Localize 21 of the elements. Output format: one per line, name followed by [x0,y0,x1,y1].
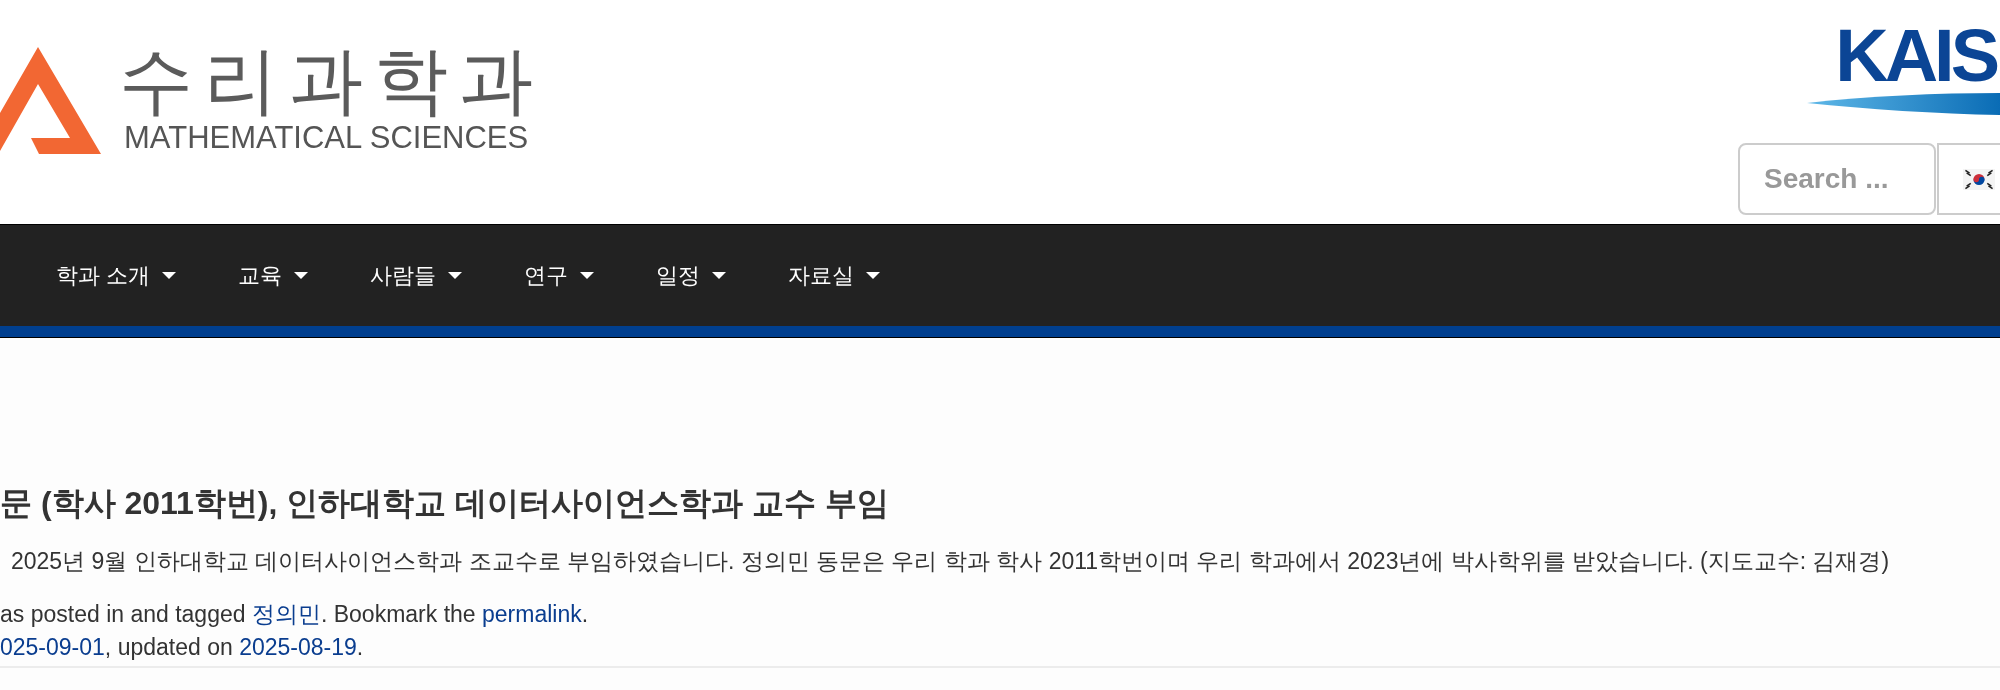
search-field[interactable]: Search ... [1738,143,1936,215]
date-link[interactable]: 2025-08-19 [239,634,357,660]
nav-menu-item[interactable]: 학과 소개 [25,245,208,306]
logo-subtitle[interactable]: MATHEMATICAL SCIENCES [124,122,529,153]
permalink-link[interactable]: permalink [482,601,582,627]
nav-menu-item[interactable]: 교육 [207,245,340,306]
logo-icon[interactable] [0,47,102,155]
nav-menu-item[interactable]: 사람들 [339,245,494,306]
date-link[interactable]: 025-09-01 [0,634,105,660]
nav-menu-item[interactable]: 일정 [625,245,758,306]
logo-title[interactable]: 수리과학과 [119,43,544,117]
language-button[interactable] [1937,143,2000,215]
nav-menu-item[interactable]: 자료실 [757,245,912,306]
post-meta: as posted in and tagged 정의민. Bookmark the permalink. [0,600,589,629]
tag-link[interactable]: 정의민 [251,601,321,627]
post-body: 2025년 9월 인하대학교 데이터사이언스학과 조교수로 부임하였습니다. 정의민 동문은 우리 학과 학사 2011학번이며 우리 학과에서 2023년에 박사학위를 받았습니다. (지도교수: 김재경) [11,547,1890,576]
flag-icon [1963,168,1995,190]
nav-menu-item[interactable]: 연구 [493,245,626,306]
university-logo-text[interactable]: KAIS [1835,19,2000,93]
post-meta: 025-09-01, updated on 2025-08-19. [0,633,364,662]
post-title: 문 (학사 2011학번), 인하대학교 데이터사이언스학과 교수 부임 [0,484,889,522]
